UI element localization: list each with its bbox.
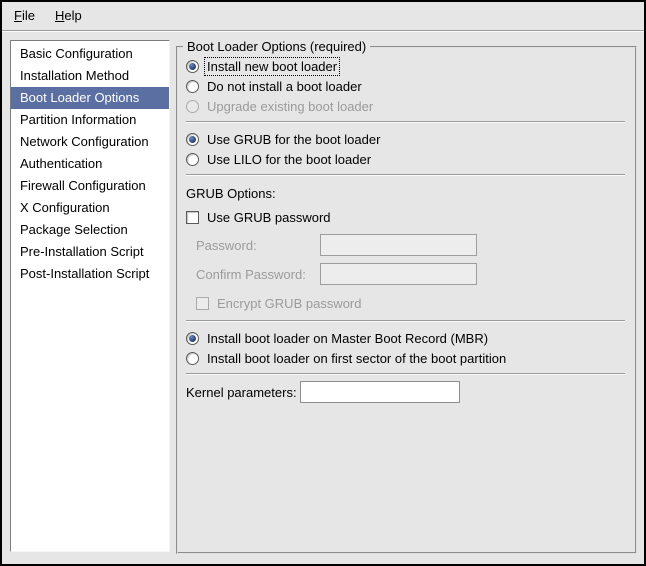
radio-do-not-install-boot-loader[interactable]: Do not install a boot loader: [186, 76, 625, 96]
radio-label: Install new boot loader: [205, 58, 339, 75]
radio-label: Install boot loader on first sector of t…: [205, 350, 508, 367]
radio-label: Install boot loader on Master Boot Recor…: [205, 330, 490, 347]
checkbox-label: Use GRUB password: [205, 209, 333, 226]
radio-upgrade-existing-boot-loader: Upgrade existing boot loader: [186, 96, 625, 116]
checkbox-icon: [186, 211, 199, 224]
checkbox-use-grub-password[interactable]: Use GRUB password: [186, 207, 625, 227]
menu-help[interactable]: Help: [45, 2, 92, 30]
radio-use-grub[interactable]: Use GRUB for the boot loader: [186, 129, 625, 149]
sidebar-item-boot-loader-options[interactable]: Boot Loader Options: [11, 87, 169, 109]
radio-button-icon: [186, 100, 199, 113]
radio-button-icon: [186, 133, 199, 146]
sidebar-item-partition-information[interactable]: Partition Information: [11, 109, 169, 131]
radio-label: Use LILO for the boot loader: [205, 151, 373, 168]
confirm-password-row: Confirm Password:: [196, 263, 625, 285]
checkbox-label: Encrypt GRUB password: [215, 295, 364, 312]
menu-file[interactable]: File: [4, 2, 45, 30]
password-label: Password:: [196, 238, 320, 253]
sidebar-item-pre-installation-script[interactable]: Pre-Installation Script: [11, 241, 169, 263]
boot-loader-options-frame: Boot Loader Options (required) Install n…: [176, 46, 637, 554]
menu-separator: [2, 30, 644, 32]
password-input: [320, 234, 477, 256]
menu-bar: File Help: [2, 2, 644, 30]
separator: [186, 320, 625, 322]
radio-button-icon: [186, 153, 199, 166]
radio-button-icon: [186, 80, 199, 93]
radio-button-icon: [186, 352, 199, 365]
separator: [186, 373, 625, 375]
menu-file-label: ile: [22, 8, 35, 23]
radio-label: Do not install a boot loader: [205, 78, 364, 95]
radio-use-lilo[interactable]: Use LILO for the boot loader: [186, 149, 625, 169]
grub-options-heading-label: GRUB Options:: [186, 186, 276, 201]
checkbox-encrypt-grub-password: Encrypt GRUB password: [196, 293, 625, 313]
menu-help-accel: H: [55, 8, 64, 23]
separator: [186, 121, 625, 123]
menu-help-label: elp: [64, 8, 81, 23]
sidebar-item-network-configuration[interactable]: Network Configuration: [11, 131, 169, 153]
sidebar-item-firewall-configuration[interactable]: Firewall Configuration: [11, 175, 169, 197]
kernel-parameters-label: Kernel parameters:: [186, 385, 300, 400]
radio-label: Upgrade existing boot loader: [205, 98, 375, 115]
grub-options-heading: GRUB Options:: [186, 185, 625, 201]
confirm-password-input: [320, 263, 477, 285]
radio-button-icon: [186, 332, 199, 345]
kernel-parameters-row: Kernel parameters:: [186, 381, 625, 403]
radio-install-first-sector[interactable]: Install boot loader on first sector of t…: [186, 348, 625, 368]
kickstart-configurator-window: File Help Basic Configuration Installati…: [0, 0, 646, 566]
sidebar-item-x-configuration[interactable]: X Configuration: [11, 197, 169, 219]
category-list: Basic Configuration Installation Method …: [10, 40, 170, 552]
separator: [186, 174, 625, 176]
sidebar-item-installation-method[interactable]: Installation Method: [11, 65, 169, 87]
radio-install-new-boot-loader[interactable]: Install new boot loader: [186, 56, 625, 76]
radio-install-mbr[interactable]: Install boot loader on Master Boot Recor…: [186, 328, 625, 348]
frame-title: Boot Loader Options (required): [183, 39, 370, 54]
radio-label: Use GRUB for the boot loader: [205, 131, 382, 148]
menu-file-accel: F: [14, 8, 22, 23]
password-row: Password:: [196, 234, 625, 256]
sidebar-item-authentication[interactable]: Authentication: [11, 153, 169, 175]
checkbox-icon: [196, 297, 209, 310]
sidebar-item-basic-configuration[interactable]: Basic Configuration: [11, 43, 169, 65]
radio-button-icon: [186, 60, 199, 73]
sidebar-item-post-installation-script[interactable]: Post-Installation Script: [11, 263, 169, 285]
kernel-parameters-input[interactable]: [300, 381, 460, 403]
sidebar-item-package-selection[interactable]: Package Selection: [11, 219, 169, 241]
confirm-password-label: Confirm Password:: [196, 267, 320, 282]
